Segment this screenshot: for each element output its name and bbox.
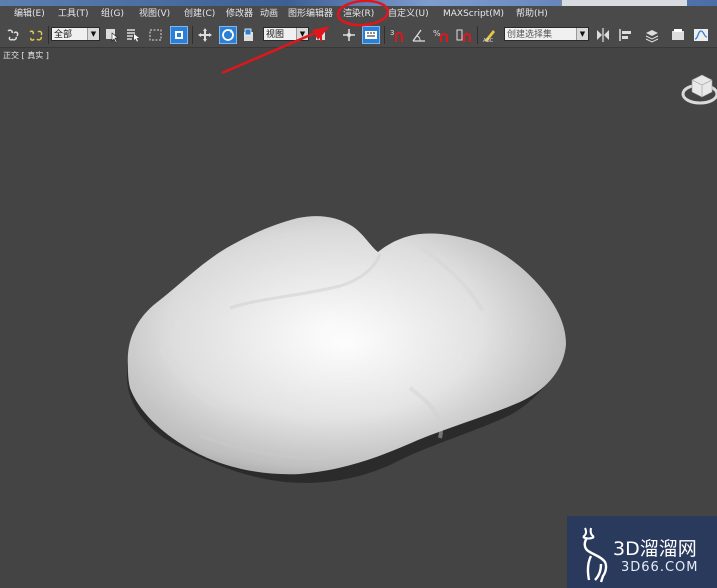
align-icon[interactable] [617, 26, 635, 44]
curve-editor-icon[interactable] [692, 26, 710, 44]
pivot-center-icon[interactable] [312, 26, 330, 44]
menu-maxscript[interactable]: MAXScript(M) [441, 7, 506, 22]
rotate-icon[interactable] [219, 26, 237, 44]
mirror-icon[interactable] [594, 26, 612, 44]
selection-filter-dropdown[interactable]: 全部 ▼ [51, 27, 100, 41]
menu-bar: 编辑(E) 工具(T) 组(G) 视图(V) 创建(C) 修改器 动画 图形编辑… [0, 6, 717, 24]
svg-text:ABC: ABC [483, 38, 494, 43]
menu-help[interactable]: 帮助(H) [514, 7, 550, 22]
chevron-down-icon: ▼ [87, 28, 99, 40]
window-crossing-icon[interactable] [170, 26, 188, 44]
select-manipulate-icon[interactable] [340, 26, 358, 44]
menu-rendering[interactable]: 渲染(R) [341, 7, 376, 22]
menu-create[interactable]: 创建(C) [182, 7, 217, 22]
viewcube-icon[interactable] [678, 72, 717, 108]
rect-selection-region-icon[interactable] [147, 26, 165, 44]
select-by-name-icon[interactable] [124, 26, 142, 44]
menu-graph-editors[interactable]: 图形编辑器 [286, 7, 335, 22]
layer-manager-icon[interactable] [643, 26, 661, 44]
selection-filter-value: 全部 [54, 30, 73, 40]
select-object-icon[interactable] [103, 26, 121, 44]
watermark-brand: 3D溜溜网 [613, 538, 697, 560]
scale-icon[interactable] [241, 26, 259, 44]
svg-text:%: % [433, 29, 441, 38]
snaps-toggle-icon[interactable]: 3 [388, 26, 406, 44]
main-toolbar: 全部 ▼ 视图 ▼ 3 % ABC 创建选择集 ▼ [0, 23, 717, 48]
angle-snap-icon[interactable] [410, 26, 428, 44]
chevron-down-icon: ▼ [576, 28, 588, 40]
menu-customize[interactable]: 自定义(U) [386, 7, 431, 22]
menu-tools[interactable]: 工具(T) [56, 7, 91, 22]
menu-view[interactable]: 视图(V) [137, 7, 172, 22]
edit-named-selection-icon[interactable]: ABC [481, 26, 499, 44]
keyboard-shortcut-override-icon[interactable] [362, 26, 380, 44]
watermark-url: 3D66.COM [621, 560, 699, 575]
menu-animation[interactable]: 动画 [258, 7, 280, 22]
svg-text:3: 3 [390, 29, 394, 37]
reference-coord-value: 视图 [266, 30, 285, 40]
watermark-logo: 3D溜溜网 3D66.COM [567, 516, 717, 588]
graphite-toolbar-icon[interactable] [669, 26, 687, 44]
perspective-viewport[interactable]: 正交 [ 真实 ] [0, 48, 717, 588]
menu-modifiers[interactable]: 修改器 [224, 7, 255, 22]
named-selection-dropdown[interactable]: 创建选择集 ▼ [504, 27, 589, 41]
link-icon[interactable] [4, 26, 22, 44]
spinner-snap-icon[interactable] [454, 26, 472, 44]
move-icon[interactable] [196, 26, 214, 44]
menu-edit[interactable]: 编辑(E) [12, 7, 47, 22]
chevron-down-icon: ▼ [296, 28, 308, 40]
percent-snap-icon[interactable]: % [432, 26, 450, 44]
rock-model[interactable] [0, 48, 717, 588]
deer-icon [582, 527, 608, 583]
unlink-icon[interactable] [27, 26, 45, 44]
reference-coord-dropdown[interactable]: 视图 ▼ [263, 27, 309, 41]
named-selection-placeholder: 创建选择集 [507, 30, 553, 40]
menu-group[interactable]: 组(G) [99, 7, 126, 22]
